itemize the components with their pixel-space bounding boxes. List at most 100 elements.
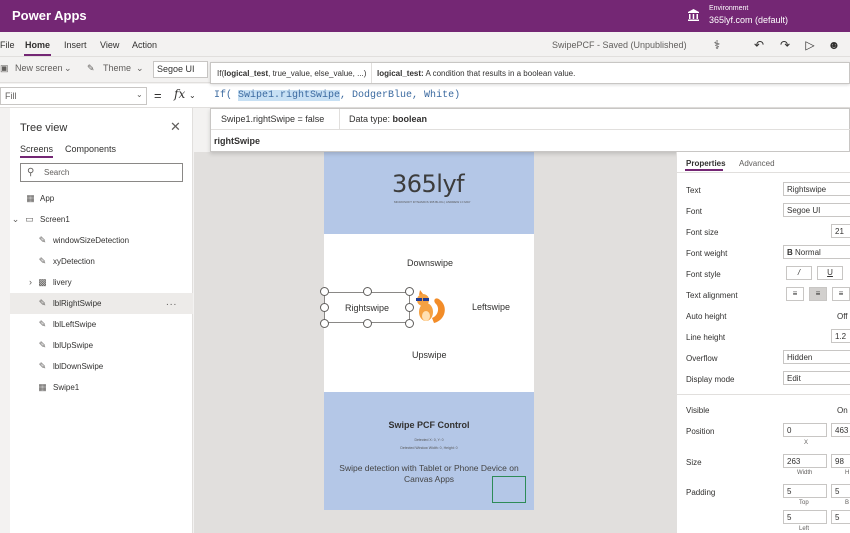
tree-item-lblupswipe[interactable]: ✎ lblUpSwipe <box>10 335 193 356</box>
formula-input[interactable]: If( Swipe1.rightSwipe, DodgerBlue, White… <box>214 90 460 101</box>
tab-properties[interactable]: Properties <box>686 159 726 168</box>
tree-item-xydetection[interactable]: ✎ xyDetection <box>10 251 193 272</box>
fx-label: fx <box>174 87 186 101</box>
display-mode-select[interactable]: Edit <box>783 371 850 385</box>
font-weight-select[interactable]: B Normal <box>783 245 850 259</box>
tab-advanced[interactable]: Advanced <box>739 159 775 168</box>
chevron-right-icon[interactable]: › <box>25 277 36 287</box>
label-leftswipe[interactable]: Leftswipe <box>472 302 510 312</box>
environment-label: Environment <box>709 5 749 12</box>
app-checker-icon[interactable]: ⚕ <box>709 37 725 53</box>
screen-icon: ▭ <box>25 214 34 224</box>
menu-action[interactable]: Action <box>132 40 157 50</box>
tree-item-swipe1[interactable]: ▦ Swipe1 <box>10 377 193 398</box>
search-input[interactable]: ⚲ Search <box>20 163 183 182</box>
environment-icon <box>688 9 699 21</box>
label-rightswipe: Rightswipe <box>345 303 390 313</box>
padding-bottom-field[interactable]: 5 <box>831 484 850 498</box>
equals-sign: = <box>154 88 162 103</box>
position-label: Position <box>686 427 715 436</box>
padding-label: Padding <box>686 488 716 497</box>
tree-item-lblrightswipe[interactable]: ✎ lblRightSwipe ... <box>10 293 193 314</box>
tree-item-livery[interactable]: › ▩ livery <box>10 272 193 293</box>
x-caption: X <box>804 440 809 446</box>
close-icon[interactable]: ✕ <box>170 119 181 135</box>
padding-right-field[interactable]: 5 <box>831 510 850 524</box>
width-field[interactable]: 263 <box>783 454 827 468</box>
more-options-icon[interactable]: ... <box>166 297 177 308</box>
suggestion-item[interactable]: rightSwipe <box>214 136 260 146</box>
preview-play-icon[interactable]: ▷ <box>802 37 818 53</box>
tab-screens[interactable]: Screens <box>20 144 53 154</box>
divider <box>371 63 372 83</box>
function-signature: If(logical_test, true_value, else_value,… <box>217 69 367 78</box>
align-left-button[interactable]: ≡ <box>786 287 804 301</box>
formula-result-popup: Swipe1.rightSwipe = false Data type: boo… <box>210 108 850 152</box>
text-field[interactable]: Rightswipe <box>783 182 850 196</box>
undo-icon[interactable]: ↶ <box>751 37 767 53</box>
tree-item-app[interactable]: ▦ App <box>10 188 193 209</box>
app-screen[interactable]: 365lyf MICROSOFT DYNAMICS 365 BLOG | AND… <box>320 152 534 510</box>
menu-home[interactable]: Home <box>25 40 50 50</box>
tree-item-lblleftswipe[interactable]: ✎ lblLeftSwipe <box>10 314 193 335</box>
formula-code-pre: If( <box>214 90 239 101</box>
share-user-icon[interactable]: ☻ <box>826 37 842 53</box>
menu-file[interactable]: File <box>0 40 15 50</box>
resize-handle[interactable] <box>363 319 372 328</box>
align-center-button[interactable]: ≡ <box>809 287 827 301</box>
resize-handle[interactable] <box>320 319 329 328</box>
theme-button[interactable]: Theme <box>103 63 131 73</box>
tab-components[interactable]: Components <box>65 144 116 154</box>
position-y-field[interactable]: 463 <box>831 423 850 437</box>
font-select[interactable]: Segoe UI <box>153 61 208 78</box>
environment-value[interactable]: 365lyf.com (default) <box>709 15 788 25</box>
overflow-select[interactable]: Hidden <box>783 350 850 364</box>
label-downswipe[interactable]: Downswipe <box>407 258 453 268</box>
divider <box>677 172 850 173</box>
auto-height-toggle[interactable]: Off <box>837 312 848 321</box>
menu-view[interactable]: View <box>100 40 119 50</box>
resize-handle[interactable] <box>320 287 329 296</box>
chevron-down-icon[interactable]: ⌄ <box>64 63 72 74</box>
component-icon: ▦ <box>38 382 47 392</box>
line-height-field[interactable]: 1.2 <box>831 329 850 343</box>
width-caption: Width <box>797 470 813 476</box>
tree-item-label: windowSizeDetection <box>53 236 130 245</box>
text-alignment-label: Text alignment <box>686 291 738 300</box>
divider <box>211 129 850 130</box>
font-select[interactable]: Segoe UI <box>783 203 850 217</box>
underline-button[interactable]: U <box>817 266 843 280</box>
italic-button[interactable]: / <box>786 266 812 280</box>
tree-item-windowsizedetection[interactable]: ✎ windowSizeDetection <box>10 230 193 251</box>
padding-top-field[interactable]: 5 <box>783 484 827 498</box>
menu-insert[interactable]: Insert <box>64 40 87 50</box>
property-select[interactable]: Fill <box>0 87 147 105</box>
search-icon: ⚲ <box>27 167 35 178</box>
tree-item-label: lblLeftSwipe <box>53 320 97 329</box>
new-screen-button[interactable]: New screen <box>15 63 63 73</box>
chevron-down-icon[interactable]: ⌄ <box>10 214 21 224</box>
tree-item-lbldownswipe[interactable]: ✎ lblDownSwipe <box>10 356 193 377</box>
padding-left-field[interactable]: 5 <box>783 510 827 524</box>
visible-toggle[interactable]: On <box>837 406 848 415</box>
align-right-button[interactable]: ≡ <box>832 287 850 301</box>
position-x-field[interactable]: 0 <box>783 423 827 437</box>
chevron-down-icon[interactable]: ⌄ <box>136 90 143 99</box>
resize-handle[interactable] <box>363 287 372 296</box>
tree-item-screen1[interactable]: ⌄ ▭ Screen1 <box>10 209 193 230</box>
properties-pane: Properties Advanced Text Rightswipe Font… <box>676 152 850 533</box>
label-icon: ✎ <box>38 235 47 245</box>
font-size-field[interactable]: 21 <box>831 224 850 238</box>
swipe-component-box[interactable] <box>492 476 526 503</box>
font-weight-label: Font weight <box>686 249 728 258</box>
label-upswipe[interactable]: Upswipe <box>412 350 447 360</box>
auto-height-label: Auto height <box>686 312 727 321</box>
redo-icon[interactable]: ↷ <box>777 37 793 53</box>
label-icon: ✎ <box>38 361 47 371</box>
fx-button[interactable]: fx ⌄ <box>174 87 207 105</box>
chevron-down-icon[interactable]: ⌄ <box>136 63 144 74</box>
resize-handle[interactable] <box>320 303 329 312</box>
tree-item-label: App <box>40 194 55 203</box>
height-field[interactable]: 98 <box>831 454 850 468</box>
font-label: Font <box>686 207 703 216</box>
